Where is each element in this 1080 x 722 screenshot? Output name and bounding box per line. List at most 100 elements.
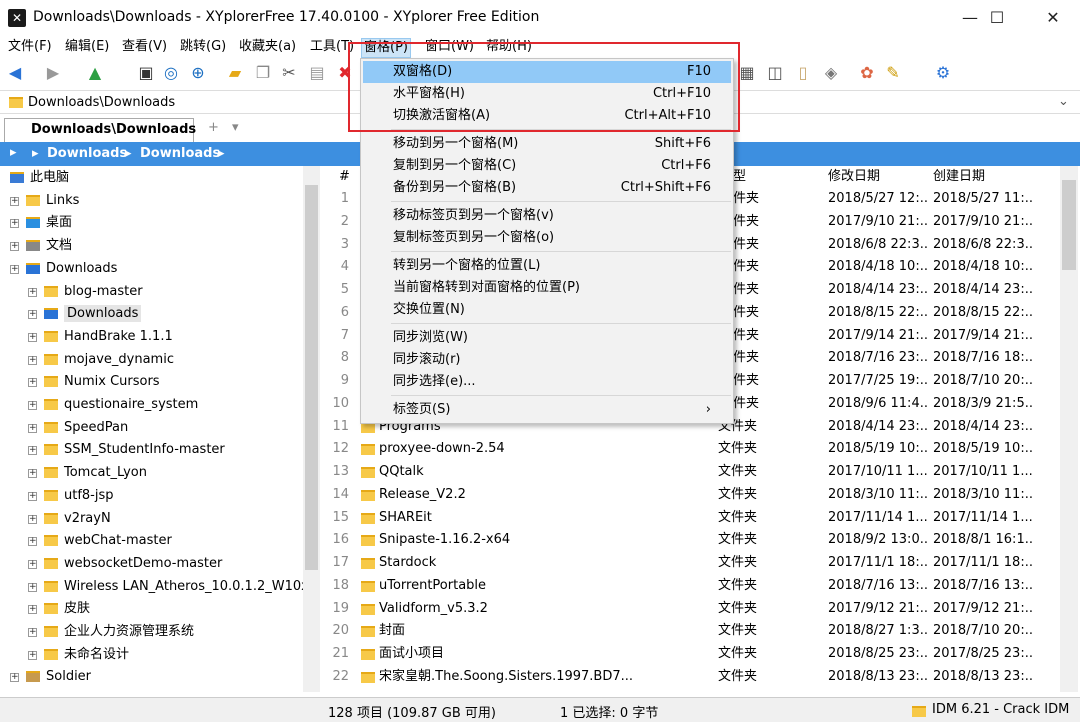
copy-icon[interactable]: ❐: [252, 62, 274, 84]
expand-icon[interactable]: +: [28, 310, 37, 320]
menu-item[interactable]: 当前窗格转到对面窗格的位置(P): [363, 277, 731, 299]
file-row[interactable]: 16 Snipaste-1.16.2-x64 文件夹 2018/9/2 13:0.. 2…: [325, 529, 1060, 552]
expand-icon[interactable]: +: [10, 242, 19, 252]
back-arrow-icon[interactable]: ◀: [4, 62, 26, 84]
expand-icon[interactable]: +: [28, 287, 37, 297]
expand-icon[interactable]: +: [28, 559, 37, 569]
file-row[interactable]: 15 SHAREit 文件夹 2017/11/14 1... 2017/11/14 1.…: [325, 507, 1060, 530]
menu-item[interactable]: 同步选择(e)...: [363, 371, 731, 393]
close-button[interactable]: ✕: [1028, 0, 1078, 36]
menu-item[interactable]: 复制到另一个窗格(C) Ctrl+F6: [363, 155, 731, 177]
tree-item[interactable]: + questionaire_system: [28, 394, 198, 416]
list-scrollbar-thumb[interactable]: [1062, 180, 1076, 270]
menu-go[interactable]: 跳转(G): [178, 38, 228, 58]
target-icon[interactable]: ◎: [160, 62, 182, 84]
expand-icon[interactable]: +: [28, 628, 37, 637]
tree-item[interactable]: + 企业人力资源管理系统: [28, 621, 194, 643]
file-row[interactable]: 12 proxyee-down-2.54 文件夹 2018/5/19 10:.. 201…: [325, 438, 1060, 461]
expand-icon[interactable]: +: [10, 196, 19, 206]
tree-item[interactable]: + Soldier: [10, 666, 91, 688]
tree-item[interactable]: 此电脑: [10, 167, 69, 189]
expand-icon[interactable]: +: [10, 264, 19, 274]
tree-item[interactable]: + webChat-master: [28, 530, 172, 552]
settings-gear-icon[interactable]: ⚙: [932, 62, 954, 84]
menu-item[interactable]: 同步滚动(r): [363, 349, 731, 371]
menu-item[interactable]: 同步浏览(W): [363, 327, 731, 349]
panel-icon[interactable]: ▯: [792, 62, 814, 84]
menu-item[interactable]: 交换位置(N): [363, 299, 731, 321]
expand-icon[interactable]: +: [28, 537, 37, 547]
tag-icon[interactable]: ◈: [820, 62, 842, 84]
breadcrumb-item[interactable]: Downloads: [140, 146, 220, 161]
dual-pane-icon[interactable]: ◫: [764, 62, 786, 84]
expand-icon[interactable]: +: [10, 219, 19, 229]
address-dropdown-icon[interactable]: ⌄: [1058, 94, 1069, 109]
add-tab-button[interactable]: +: [208, 120, 219, 135]
file-row[interactable]: 14 Release_V2.2 文件夹 2018/3/10 11:.. 2018/3/1…: [325, 484, 1060, 507]
expand-icon[interactable]: +: [28, 650, 37, 660]
expand-icon[interactable]: +: [28, 605, 37, 615]
file-row[interactable]: 18 uTorrentPortable 文件夹 2018/7/16 13:.. 2018…: [325, 575, 1060, 598]
file-row[interactable]: 13 QQtalk 文件夹 2017/10/11 1... 2017/10/11 1..…: [325, 461, 1060, 484]
tree-item[interactable]: + HandBrake 1.1.1: [28, 326, 173, 348]
menu-item[interactable]: 备份到另一个窗格(B) Ctrl+Shift+F6: [363, 177, 731, 199]
tree-item[interactable]: + blog-master: [28, 281, 143, 303]
tree-item[interactable]: + websocketDemo-master: [28, 553, 222, 575]
menu-view[interactable]: 查看(V): [120, 38, 169, 58]
color-icon[interactable]: ✿: [856, 62, 878, 84]
menu-edit[interactable]: 编辑(E): [63, 38, 111, 58]
file-row[interactable]: 22 宋家皇朝.The.Soong.Sisters.1997.BD7... 文件夹 2…: [325, 666, 1060, 689]
maximize-button[interactable]: ☐: [972, 0, 1022, 36]
tree-item[interactable]: + Downloads: [28, 303, 142, 325]
expand-icon[interactable]: +: [28, 401, 37, 410]
tree-item[interactable]: + Links: [10, 190, 79, 212]
column-header-number[interactable]: #: [339, 166, 350, 188]
column-header-type[interactable]: 型: [733, 166, 746, 188]
file-row[interactable]: 20 封面 文件夹 2018/8/27 1:3.. 2018/7/10 20:..: [325, 620, 1060, 643]
menu-item[interactable]: 复制标签页到另一个窗格(o): [363, 227, 731, 249]
menu-item[interactable]: 移动到另一个窗格(M) Shift+F6: [363, 133, 731, 155]
computer-icon[interactable]: ▣: [135, 62, 157, 84]
expand-icon[interactable]: +: [28, 446, 37, 456]
address-text[interactable]: Downloads\Downloads: [28, 95, 175, 110]
tree-scrollbar-thumb[interactable]: [305, 185, 318, 570]
expand-icon[interactable]: +: [28, 514, 37, 524]
search-icon[interactable]: ⊕: [187, 62, 209, 84]
file-row[interactable]: 19 Validform_v5.3.2 文件夹 2017/9/12 21:.. 2017…: [325, 598, 1060, 621]
tab-downloads[interactable]: Downloads\Downloads: [4, 118, 196, 142]
tree-item[interactable]: + Tomcat_Lyon: [28, 462, 147, 484]
expand-icon[interactable]: +: [28, 469, 37, 479]
tree-item[interactable]: + mojave_dynamic: [28, 349, 174, 371]
brush-icon[interactable]: ✎: [882, 62, 904, 84]
column-header-created[interactable]: 创建日期: [933, 166, 985, 188]
tree-item[interactable]: + 桌面: [10, 212, 72, 234]
expand-icon[interactable]: +: [28, 332, 37, 342]
expand-icon[interactable]: +: [28, 423, 37, 433]
up-arrow-icon[interactable]: ▲: [84, 62, 106, 84]
tab-menu-button[interactable]: ▾: [232, 120, 239, 135]
tree-item[interactable]: + 文档: [10, 235, 72, 257]
forward-arrow-icon[interactable]: ▶: [42, 62, 64, 84]
column-header-modified[interactable]: 修改日期: [828, 166, 880, 188]
cut-icon[interactable]: ✂: [278, 62, 300, 84]
tree-item[interactable]: + v2rayN: [28, 508, 111, 530]
expand-icon[interactable]: +: [28, 491, 37, 501]
tree-item[interactable]: + Wireless LAN_Atheros_10.0.1.2_W10x64: [28, 576, 320, 598]
menu-item[interactable]: 转到另一个窗格的位置(L): [363, 255, 731, 277]
new-folder-icon[interactable]: ▰: [224, 62, 246, 84]
tree-item[interactable]: + Downloads: [10, 258, 117, 280]
file-row[interactable]: 21 面试小项目 文件夹 2018/8/25 23:.. 2017/8/25 23:..: [325, 643, 1060, 666]
tree-item[interactable]: + SpeedPan: [28, 417, 128, 439]
breadcrumb-root-icon[interactable]: ▸: [10, 145, 17, 160]
breadcrumb-item[interactable]: Downloads: [47, 146, 127, 161]
menu-item[interactable]: 移动标签页到另一个窗格(v): [363, 205, 731, 227]
menu-favorites[interactable]: 收藏夹(a): [237, 38, 298, 58]
tree-item[interactable]: + Numix Cursors: [28, 371, 160, 393]
tree-item[interactable]: + utf8-jsp: [28, 485, 114, 507]
file-row[interactable]: 17 Stardock 文件夹 2017/11/1 18:.. 2017/11/1 18…: [325, 552, 1060, 575]
paste-icon[interactable]: ▤: [306, 62, 328, 84]
tree-item[interactable]: + 皮肤: [28, 598, 90, 620]
tree-item[interactable]: +System (C:): [26, 689, 122, 692]
menu-item[interactable]: 标签页(S) ›: [363, 399, 731, 421]
expand-icon[interactable]: +: [10, 673, 19, 683]
